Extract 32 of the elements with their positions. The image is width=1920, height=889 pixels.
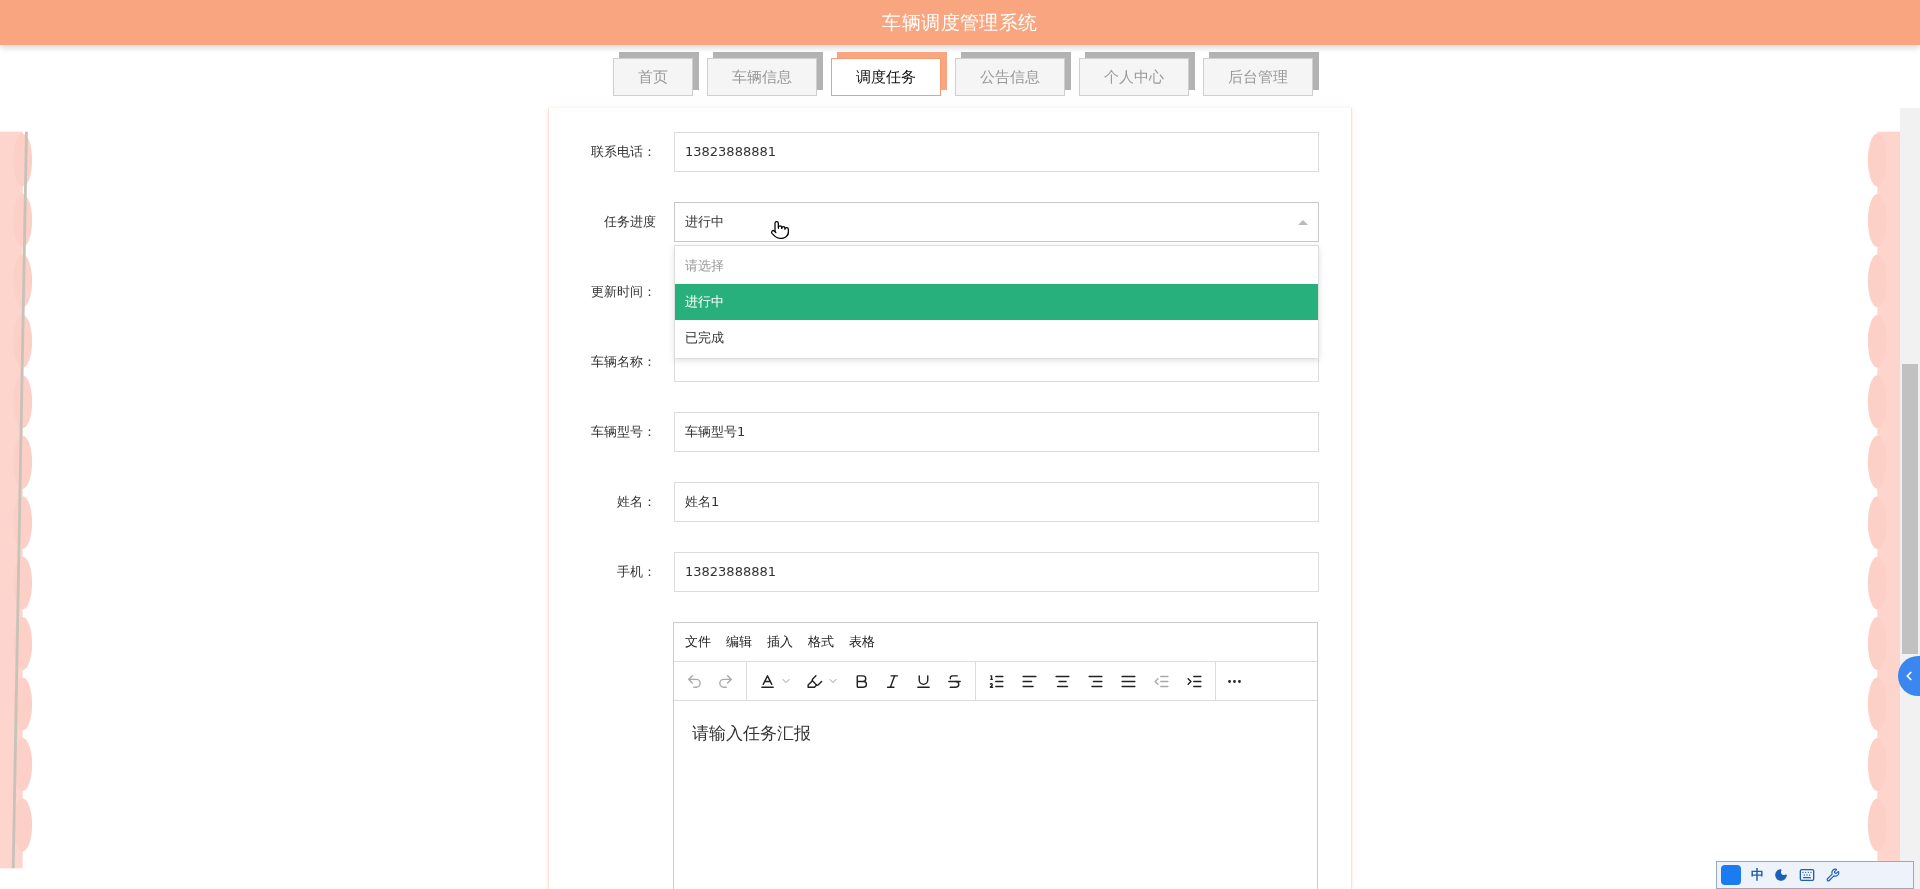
caret-icon xyxy=(1298,220,1308,225)
text-color-icon[interactable] xyxy=(759,672,776,690)
ime-mode[interactable]: 中 xyxy=(1751,865,1764,885)
field-label: 任务进度 xyxy=(603,213,657,232)
editor-menu-item[interactable]: 文件 xyxy=(685,632,711,652)
italic-icon[interactable] xyxy=(884,672,901,690)
scrollbar-thumb[interactable] xyxy=(1902,364,1918,654)
field-label: 车辆型号： xyxy=(590,423,657,442)
site-title: 车辆调度管理系统 xyxy=(882,10,1038,36)
input-field[interactable]: 13823888881 xyxy=(674,552,1319,592)
strikethrough-icon[interactable] xyxy=(946,672,963,690)
editor-menu-item[interactable]: 插入 xyxy=(767,632,793,652)
keyboard-icon[interactable] xyxy=(1798,867,1816,883)
field-label: 姓名： xyxy=(616,493,657,512)
input-field[interactable]: 13823888881 xyxy=(674,132,1319,172)
field-label: 联系电话： xyxy=(590,143,657,162)
moon-icon[interactable] xyxy=(1774,868,1788,882)
editor-menu-item[interactable]: 编辑 xyxy=(726,632,752,652)
highlighter-icon[interactable] xyxy=(806,672,823,690)
hand-cursor-icon xyxy=(770,219,790,241)
field-label: 车辆名称： xyxy=(590,353,657,372)
input-field[interactable]: 姓名1 xyxy=(674,482,1319,522)
dropdown-option[interactable]: 已完成 xyxy=(675,320,1318,356)
progress-select[interactable]: 进行中 xyxy=(674,202,1319,242)
editor-menu-item[interactable]: 格式 xyxy=(808,632,834,652)
field-label: 手机： xyxy=(616,563,657,582)
input-field[interactable]: 车辆型号1 xyxy=(674,412,1319,452)
wrench-icon[interactable] xyxy=(1826,868,1840,882)
underline-icon[interactable] xyxy=(915,672,932,690)
report-input-field[interactable]: 请输入任务汇报 xyxy=(674,701,1317,889)
editor-menu-item[interactable]: 表格 xyxy=(849,632,875,652)
field-label: 更新时间： xyxy=(590,283,657,302)
